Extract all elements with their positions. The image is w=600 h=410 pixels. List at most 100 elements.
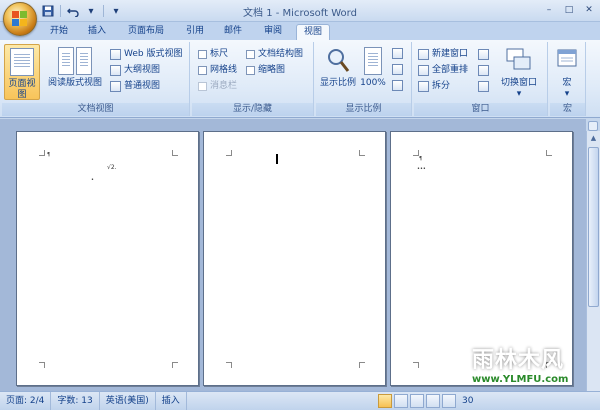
- close-button[interactable]: ✕: [582, 3, 596, 17]
- page-view-button[interactable]: 页面视图: [4, 44, 40, 100]
- zoom-button[interactable]: 显示比例: [318, 44, 358, 100]
- sync-scroll-button[interactable]: [478, 63, 489, 78]
- message-bar-check-icon: [198, 82, 207, 91]
- side-by-side-icon: [478, 49, 489, 60]
- page-1[interactable]: ¶ √2. •: [16, 131, 199, 386]
- doc-map-check-icon: [246, 50, 255, 59]
- macros-icon: [556, 47, 578, 75]
- group-macros: 宏 ▾ 宏: [550, 42, 586, 116]
- group-label-show-hide: 显示/隐藏: [192, 103, 313, 116]
- zoom-100-button[interactable]: 100%: [358, 44, 388, 100]
- group-label-window: 窗口: [414, 103, 547, 116]
- status-word-count[interactable]: 字数: 13: [51, 391, 100, 410]
- thumbnails-checkbox[interactable]: 缩略图: [246, 63, 285, 78]
- draft-view-button[interactable]: 普通视图: [110, 79, 160, 94]
- web-layout-shortcut-icon[interactable]: [410, 394, 424, 408]
- web-view-button[interactable]: Web 版式视图: [110, 47, 182, 62]
- status-page[interactable]: 页面: 2/4: [0, 391, 52, 410]
- reset-window-button[interactable]: [478, 79, 489, 94]
- thumbnails-check-icon: [246, 66, 255, 75]
- page-2[interactable]: [203, 131, 386, 386]
- macros-button[interactable]: 宏 ▾: [550, 44, 584, 100]
- tab-view[interactable]: 视图: [296, 24, 330, 40]
- one-page-button[interactable]: [392, 46, 403, 61]
- page-view-icon: [10, 48, 34, 76]
- outline-view-icon: [110, 65, 121, 76]
- tab-page-layout[interactable]: 页面布局: [120, 24, 172, 40]
- crop-mark: [359, 362, 365, 368]
- crop-mark: [546, 150, 552, 156]
- ribbon-tabs: 开始 插入 页面布局 引用 邮件 审阅 视图: [0, 22, 600, 40]
- window-title: 文档 1 - Microsoft Word: [243, 8, 357, 19]
- status-language[interactable]: 英语(美国): [100, 391, 156, 410]
- new-window-button[interactable]: 新建窗口: [418, 47, 468, 62]
- tab-home[interactable]: 开始: [42, 24, 76, 40]
- office-button[interactable]: [3, 2, 37, 36]
- arrange-all-button[interactable]: 全部重排: [418, 63, 468, 78]
- crop-mark: [172, 150, 178, 156]
- view-side-by-side-button[interactable]: [478, 47, 489, 62]
- web-view-icon: [110, 49, 121, 60]
- doc-map-checkbox[interactable]: 文档结构图: [246, 47, 303, 62]
- new-window-label: 新建窗口: [432, 49, 469, 59]
- crop-mark: [172, 362, 178, 368]
- reading-view-button[interactable]: 阅读版式视图: [44, 44, 106, 100]
- ruler-checkbox[interactable]: 标尺: [198, 47, 228, 62]
- status-insert-mode[interactable]: 插入: [156, 391, 187, 410]
- split-label: 拆分: [432, 81, 451, 91]
- thumbnails-label: 缩略图: [258, 65, 286, 75]
- tab-references[interactable]: 引用: [180, 24, 210, 40]
- group-label-document-views: 文档视图: [2, 103, 189, 116]
- draft-shortcut-icon[interactable]: [442, 394, 456, 408]
- reading-view-label: 阅读版式视图: [47, 78, 102, 88]
- two-pages-icon: [392, 64, 403, 75]
- message-bar-checkbox[interactable]: 消息栏: [198, 79, 237, 94]
- macros-label: 宏: [562, 78, 572, 88]
- zoom-100-label: 100%: [360, 78, 386, 88]
- group-label-zoom: 显示比例: [316, 103, 411, 116]
- switch-windows-icon: [506, 47, 532, 75]
- text-cursor: [276, 154, 278, 164]
- split-button[interactable]: 拆分: [418, 79, 450, 94]
- view-ruler-toggle[interactable]: [588, 121, 598, 131]
- watermark-text: 雨林木风: [472, 348, 565, 373]
- group-label-macros: 宏: [550, 103, 585, 116]
- group-document-views: 页面视图 阅读版式视图 Web 版式视图 大纲视图 普通视图 文档视图: [2, 42, 190, 116]
- crop-mark: [226, 150, 232, 156]
- reset-window-icon: [478, 81, 489, 92]
- reading-layout-shortcut-icon[interactable]: [394, 394, 408, 408]
- outline-shortcut-icon[interactable]: [426, 394, 440, 408]
- sync-scroll-icon: [478, 65, 489, 76]
- title-bar: ▾ ▾ 文档 1 - Microsoft Word – □ ✕: [0, 0, 600, 22]
- switch-windows-button[interactable]: 切换窗口 ▾: [496, 44, 542, 100]
- ribbon: 页面视图 阅读版式视图 Web 版式视图 大纲视图 普通视图 文档视图 标尺 网…: [0, 40, 600, 118]
- zoom-100-icon: [364, 47, 382, 75]
- page-width-button[interactable]: [392, 78, 403, 93]
- watermark-url: www.YLMFU.com: [470, 374, 571, 385]
- draft-view-label: 普通视图: [124, 81, 161, 91]
- print-layout-shortcut-icon[interactable]: [378, 394, 392, 408]
- doc-map-label: 文档结构图: [258, 49, 304, 59]
- page-text-mark: ¶: [419, 156, 423, 162]
- gridlines-checkbox[interactable]: 网格线: [198, 63, 237, 78]
- scrollbar-thumb[interactable]: [588, 147, 599, 307]
- page-text-mark: •: [91, 177, 94, 183]
- minimize-button[interactable]: –: [542, 3, 556, 17]
- page-text-mark: •••: [417, 166, 426, 172]
- window-controls: – □ ✕: [542, 3, 596, 17]
- tab-review[interactable]: 审阅: [256, 24, 290, 40]
- gridlines-label: 网格线: [210, 65, 238, 75]
- page-text-mark: √2.: [107, 164, 117, 171]
- page-width-icon: [392, 80, 403, 91]
- draft-view-icon: [110, 81, 121, 92]
- new-window-icon: [418, 49, 429, 60]
- outline-view-button[interactable]: 大纲视图: [110, 63, 160, 78]
- scroll-up-icon[interactable]: ▲: [587, 132, 600, 145]
- tab-insert[interactable]: 插入: [80, 24, 114, 40]
- web-view-label: Web 版式视图: [124, 49, 183, 59]
- switch-windows-dropdown-icon: ▾: [516, 89, 522, 99]
- maximize-button[interactable]: □: [562, 3, 576, 17]
- tab-mailings[interactable]: 邮件: [218, 24, 248, 40]
- two-pages-button[interactable]: [392, 62, 403, 77]
- crop-mark: [226, 362, 232, 368]
